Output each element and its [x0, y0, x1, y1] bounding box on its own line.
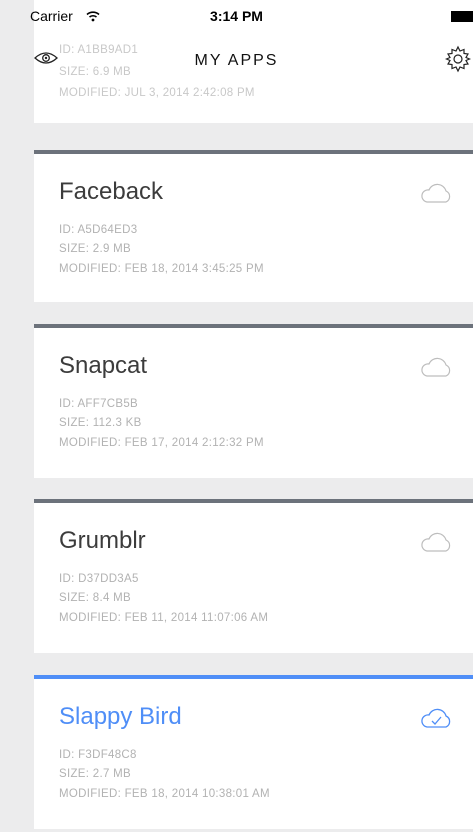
app-modified: MODIFIED: FEB 17, 2014 2:12:32 PM: [59, 437, 264, 449]
app-id: ID: A5D64ED3: [59, 224, 138, 236]
app-id: ID: D37DD3A5: [59, 573, 139, 585]
status-bar: Carrier 3:14 PM: [0, 0, 473, 34]
app-modified: MODIFIED: JUL 3, 2014 2:42:08 PM: [59, 87, 255, 99]
cloud-check-icon[interactable]: [419, 707, 453, 734]
page-title: MY APPS: [194, 52, 279, 69]
status-time: 3:14 PM: [210, 8, 263, 24]
app-card[interactable]: Grumblr ID: D37DD3A5 SIZE: 8.4 MB MODIFI…: [34, 499, 473, 653]
app-name: Faceback: [59, 178, 164, 205]
app-modified: MODIFIED: FEB 18, 2014 3:45:25 PM: [59, 263, 264, 275]
app-name: Grumblr: [59, 527, 146, 554]
app-card[interactable]: Faceback ID: A5D64ED3 SIZE: 2.9 MB MODIF…: [34, 150, 473, 302]
app-size: SIZE: 2.9 MB: [59, 243, 131, 255]
app-name: Slappy Bird: [59, 703, 182, 730]
app-id: ID: AFF7CB5B: [59, 398, 139, 410]
battery-icon: [451, 11, 473, 22]
app-name: Snapcat: [59, 352, 148, 379]
cloud-icon[interactable]: [419, 356, 453, 383]
cloud-icon[interactable]: [419, 531, 453, 558]
navigation-bar: MY APPS: [0, 34, 473, 88]
app-card-selected[interactable]: Slappy Bird ID: F3DF48C8 SIZE: 2.7 MB MO…: [34, 675, 473, 829]
gear-icon[interactable]: [443, 44, 473, 79]
app-size: SIZE: 112.3 KB: [59, 417, 142, 429]
app-size: SIZE: 8.4 MB: [59, 592, 131, 604]
app-card[interactable]: Snapcat ID: AFF7CB5B SIZE: 112.3 KB MODI…: [34, 324, 473, 478]
app-modified: MODIFIED: FEB 11, 2014 11:07:06 AM: [59, 612, 269, 624]
cloud-icon[interactable]: [419, 182, 453, 209]
app-size: SIZE: 2.7 MB: [59, 768, 131, 780]
app-modified: MODIFIED: FEB 18, 2014 10:38:01 AM: [59, 788, 270, 800]
app-id: ID: F3DF48C8: [59, 749, 137, 761]
